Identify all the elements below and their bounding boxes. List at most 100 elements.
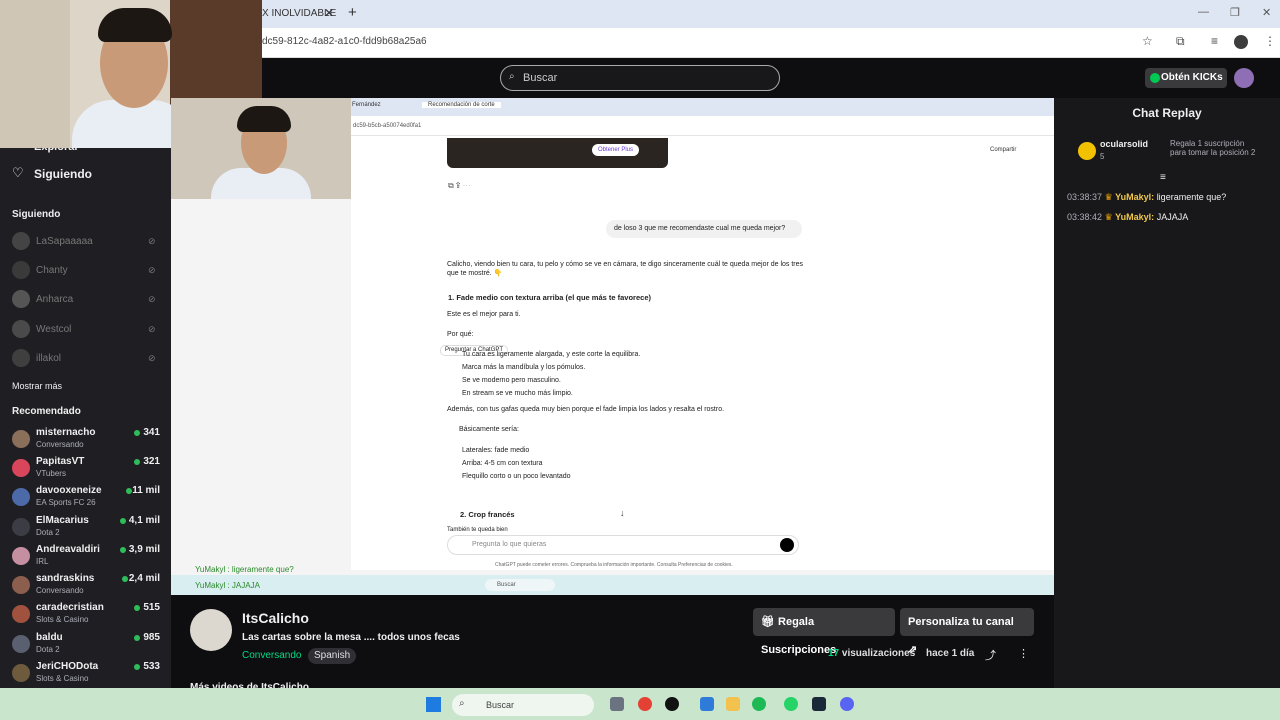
avatar [12,664,30,682]
avatar [12,290,30,308]
pinned-text: Regala 1 suscripción para tomar la posic… [1170,139,1256,157]
chat-replay-header: Chat Replay [1054,98,1280,128]
following-item[interactable]: Chanty ⊘ [0,259,171,288]
answer-option1: 1. Fade medio con textura arriba (el que… [448,293,651,302]
url-text[interactable]: dc59-812c-4a82-a1c0-fdd9b68a25a6 [262,36,427,47]
channel-name: JeriCHODota [36,661,99,672]
task-view-icon[interactable] [610,697,624,711]
whatsapp-icon[interactable] [784,697,798,711]
answer-basically: Básicamente sería: [459,426,519,433]
chat-user[interactable]: YuMakyl: [1115,192,1154,202]
discord-icon[interactable] [840,697,854,711]
user-question-bubble: de loso 3 que me recomendaste cual me qu… [606,220,802,238]
language-tag[interactable]: Spanish [308,648,357,664]
windows-start-icon[interactable] [426,697,441,712]
channel-name[interactable]: ItsCalicho [242,610,309,626]
pinned-user: ocularsolid [1100,139,1149,149]
views-label: visualizaciones [841,648,916,659]
recommended-item[interactable]: misternacho Conversando 341 [0,425,171,454]
browser-menu-icon[interactable]: ⋮ [1264,34,1276,48]
channel-category: Conversando [36,440,84,449]
avatar [12,320,30,338]
following-name: Westcol [36,324,72,335]
avatar [12,635,30,653]
chatgpt-input: Pregunta lo que quieras [447,535,799,555]
folder-icon[interactable] [726,697,740,711]
obs-icon[interactable] [665,697,679,711]
recommended-item[interactable]: baldu Dota 2 985 [0,630,171,659]
avatar [12,547,30,565]
offline-icon: ⊘ [148,324,156,334]
following-name: Chanty [36,265,68,276]
reading-list-icon[interactable]: ≡ [1211,34,1218,48]
customize-channel-button[interactable]: Personaliza tu canal ⇗ [900,608,1034,656]
new-tab-icon[interactable]: + [348,4,357,21]
taskbar-search[interactable]: Buscar [452,694,594,716]
badge-icon: ♛ [1104,192,1113,202]
offline-icon: ⊘ [148,294,156,304]
extensions-icon[interactable]: ⧉ [1176,34,1185,49]
close-tab-icon[interactable]: ✕ [324,6,334,20]
answer-intro: Calicho, viendo bien tu cara, tu pelo y … [447,261,804,277]
sidebar-following-nav[interactable]: Siguiendo [34,167,92,181]
recommended-item[interactable]: sandraskins Conversando 2,4 mil [0,571,171,600]
stream-tab-active: Recomendación de corte [422,102,501,108]
copy-icon: ⧉ ⇪ ⋯ [448,181,471,190]
answer-also: Además, con tus gafas queda muy bien por… [447,406,725,413]
search-input[interactable]: Buscar [500,65,780,91]
chat-message: 03:38:42 ♛ YuMakyl: JAJAJA [1067,212,1188,223]
viewer-count: 985 [143,632,160,643]
steam-icon[interactable] [812,697,826,711]
recommended-item[interactable]: JeriCHODota Slots & Casino 533 [0,659,171,688]
following-item[interactable]: LaSapaaaaa ⊘ [0,230,171,259]
stream-category[interactable]: Conversando [242,650,301,661]
more-options-icon[interactable]: ⋮ [1018,647,1029,660]
following-name: illakol [36,353,62,364]
answer-option2: 2. Crop francés [460,510,515,519]
bookmark-star-icon[interactable]: ☆ [1142,34,1153,48]
expand-icon[interactable]: ≡ [1160,172,1166,183]
scroll-down-icon: ↓ [620,508,625,518]
stream-title: Las cartas sobre la mesa .... todos unos… [242,632,460,643]
hair [237,106,291,132]
search-icon: ⌕ [459,698,465,709]
following-item[interactable]: Anharca ⊘ [0,288,171,317]
gift-icon: 🎁︎ [761,616,775,628]
following-item[interactable]: illakol ⊘ [0,347,171,376]
viewer-count: 4,1 mil [128,515,160,526]
following-item[interactable]: Westcol ⊘ [0,318,171,347]
recommended-item[interactable]: davooxeneize EA Sports FC 26 11 mil [0,483,171,512]
channel-category: VTubers [36,469,66,478]
disclaimer: ChatGPT puede cometer errores. Comprueba… [495,562,733,568]
wall [0,0,70,148]
share-icon[interactable]: ⤴ [985,647,996,663]
recommended-item[interactable]: Andreavaldiri IRL 3,9 mil [0,542,171,571]
user-avatar[interactable] [1234,68,1254,88]
stream-address-bar [351,116,1054,136]
gift-subs-button[interactable]: 🎁︎ Regala Suscripciones [753,608,895,656]
recommended-item[interactable]: caradecristian Slots & Casino 515 [0,600,171,629]
answer-spec: Laterales: fade medio [462,447,530,454]
recommended-item[interactable]: ElMacarius Dota 2 4,1 mil [0,513,171,542]
channel-name: sandraskins [36,573,95,584]
channel-name: davooxeneize [36,485,102,496]
avatar [12,349,30,367]
spotify-icon[interactable] [752,697,766,711]
chrome-icon[interactable] [638,697,652,711]
window-close-icon[interactable]: ✕ [1262,6,1271,19]
obtain-plus-button: Obtener Plus [592,144,640,156]
profile-avatar[interactable] [1234,35,1248,49]
view-count: 17 visualizaciones [828,648,915,659]
hair [98,8,172,42]
recommended-item[interactable]: PapitasVT VTubers 321 [0,454,171,483]
viewer-count: 321 [143,456,160,467]
app-icon[interactable] [700,697,714,711]
views-number: 17 [828,648,840,659]
minimize-icon[interactable]: — [1198,6,1209,18]
show-more-link[interactable]: Mostrar más [12,381,62,391]
maximize-icon[interactable]: ❐ [1230,6,1240,19]
chat-user[interactable]: YuMakyl: [1115,212,1154,222]
channel-category: Slots & Casino [36,615,89,624]
channel-avatar[interactable] [190,609,232,651]
viewer-count: 341 [143,427,160,438]
